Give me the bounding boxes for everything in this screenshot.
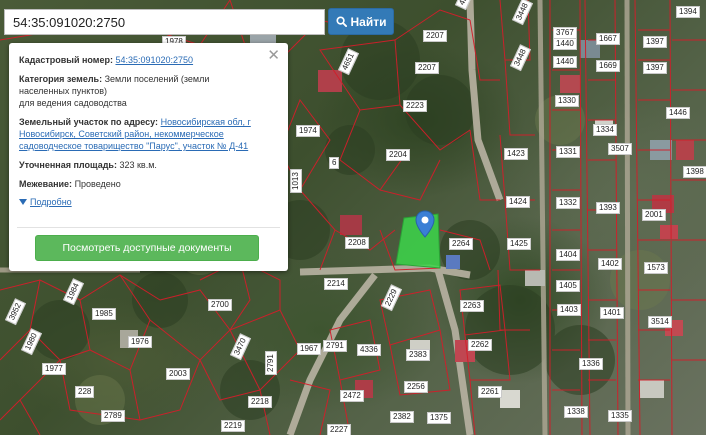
parcel-label: 1669 — [596, 60, 620, 72]
survey-row: Межевание: Проведено — [19, 178, 278, 190]
parcel-label: 3514 — [648, 316, 672, 328]
search-button-label: Найти — [350, 14, 387, 29]
parcel-label: 1573 — [644, 262, 668, 274]
cadastral-number-link[interactable]: 54:35:091020:2750 — [115, 55, 193, 65]
parcel-label: 2264 — [449, 238, 473, 250]
parcel-label: 1967 — [297, 343, 321, 355]
parcel-label: 2204 — [386, 149, 410, 161]
land-category-value-3: для ведения садоводства — [19, 98, 127, 108]
parcel-label: 2256 — [404, 381, 428, 393]
parcel-label: 1974 — [296, 125, 320, 137]
parcel-label: 1976 — [128, 336, 152, 348]
area-row: Уточненная площадь: 323 кв.м. — [19, 159, 278, 171]
search-input[interactable] — [4, 9, 325, 35]
view-documents-button[interactable]: Посмотреть доступные документы — [35, 235, 259, 261]
parcel-label: 1977 — [42, 363, 66, 375]
parcel-label: 1331 — [556, 146, 580, 158]
parcel-label: 1425 — [507, 238, 531, 250]
caret-down-icon — [19, 199, 27, 205]
parcel-label: 1446 — [666, 107, 690, 119]
parcel-label: 1440 — [553, 56, 577, 68]
parcel-label: 2003 — [166, 368, 190, 380]
parcel-label: 2218 — [248, 396, 272, 408]
parcel-label: 1397 — [643, 36, 667, 48]
parcel-label: 2207 — [423, 30, 447, 42]
parcel-label: 3507 — [608, 143, 632, 155]
parcel-label: 1393 — [596, 202, 620, 214]
parcel-label: 2472 — [340, 390, 364, 402]
land-category-row: Категория земель: Земли поселений (земли… — [19, 73, 278, 109]
parcel-label: 1405 — [556, 280, 580, 292]
parcel-label: 1330 — [555, 95, 579, 107]
land-category-value-1: Земли поселений (земли — [104, 74, 210, 84]
parcel-label: 1402 — [598, 258, 622, 270]
parcel-label: 2208 — [345, 237, 369, 249]
address-link-2[interactable]: Новосибирск, Советский район, некоммерче… — [19, 129, 224, 139]
parcel-label: 2700 — [208, 299, 232, 311]
parcel-label: 1335 — [608, 410, 632, 422]
search-icon — [335, 16, 347, 27]
parcel-label: 2223 — [403, 100, 427, 112]
address-label: Земельный участок по адресу: — [19, 117, 159, 127]
parcel-info-popup: ✕ Кадастровый номер: 54:35:091020:2750 К… — [9, 43, 288, 271]
parcel-label: 2789 — [101, 410, 125, 422]
parcel-label: 1403 — [557, 304, 581, 316]
parcel-label: 2207 — [415, 62, 439, 74]
parcel-label: 2001 — [642, 209, 666, 221]
parcel-label: 228 — [75, 386, 95, 398]
parcel-label: 1394 — [676, 6, 700, 18]
parcel-label: 1334 — [593, 124, 617, 136]
close-icon[interactable]: ✕ — [267, 48, 280, 63]
parcel-label: 6 — [329, 157, 340, 169]
parcel-label: 2219 — [221, 420, 245, 432]
parcel-label: 2214 — [324, 278, 348, 290]
cadastral-number-row: Кадастровый номер: 54:35:091020:2750 — [19, 54, 278, 66]
parcel-label: 1398 — [683, 166, 706, 178]
parcel-label: 2261 — [478, 386, 502, 398]
parcel-label: 1338 — [564, 406, 588, 418]
parcel-label: 1336 — [579, 358, 603, 370]
parcel-label: 1401 — [600, 307, 624, 319]
parcel-label: 1440 — [553, 38, 577, 50]
parcel-label: 1013 — [290, 169, 302, 193]
parcel-label: 4336 — [357, 344, 381, 356]
area-label: Уточненная площадь: — [19, 160, 117, 170]
parcel-label: 2791 — [265, 351, 277, 375]
survey-value: Проведено — [74, 179, 121, 189]
land-category-value-2: населенных пунктов) — [19, 86, 108, 96]
parcel-label: 2383 — [406, 349, 430, 361]
parcel-label: 1985 — [92, 308, 116, 320]
panel-divider — [17, 227, 280, 228]
address-link-3[interactable]: садоводческое товарищество "Парус", учас… — [19, 141, 248, 151]
location-marker-icon[interactable] — [415, 210, 435, 238]
address-row: Земельный участок по адресу: Новосибирск… — [19, 116, 278, 152]
search-button[interactable]: Найти — [328, 8, 394, 35]
parcel-label: 2263 — [460, 300, 484, 312]
land-category-label: Категория земель: — [19, 74, 103, 84]
parcel-label: 1397 — [643, 62, 667, 74]
parcel-label: 2791 — [323, 340, 347, 352]
parcel-label: 2382 — [390, 411, 414, 423]
parcel-label: 2227 — [327, 424, 351, 435]
parcel-label: 1423 — [504, 148, 528, 160]
area-value: 323 кв.м. — [119, 160, 157, 170]
details-label: Подробно — [30, 197, 72, 207]
survey-label: Межевание: — [19, 179, 73, 189]
parcel-label: 1667 — [596, 33, 620, 45]
parcel-label: 1375 — [427, 412, 451, 424]
cadastral-number-label: Кадастровый номер: — [19, 55, 113, 65]
address-link-1[interactable]: Новосибирская обл, г — [161, 117, 251, 127]
parcel-label: 2262 — [468, 339, 492, 351]
details-toggle[interactable]: Подробно — [19, 196, 72, 208]
parcel-label: 1424 — [506, 196, 530, 208]
view-documents-label: Посмотреть доступные документы — [62, 242, 232, 254]
parcel-label: 1404 — [556, 249, 580, 261]
parcel-label: 1332 — [556, 197, 580, 209]
